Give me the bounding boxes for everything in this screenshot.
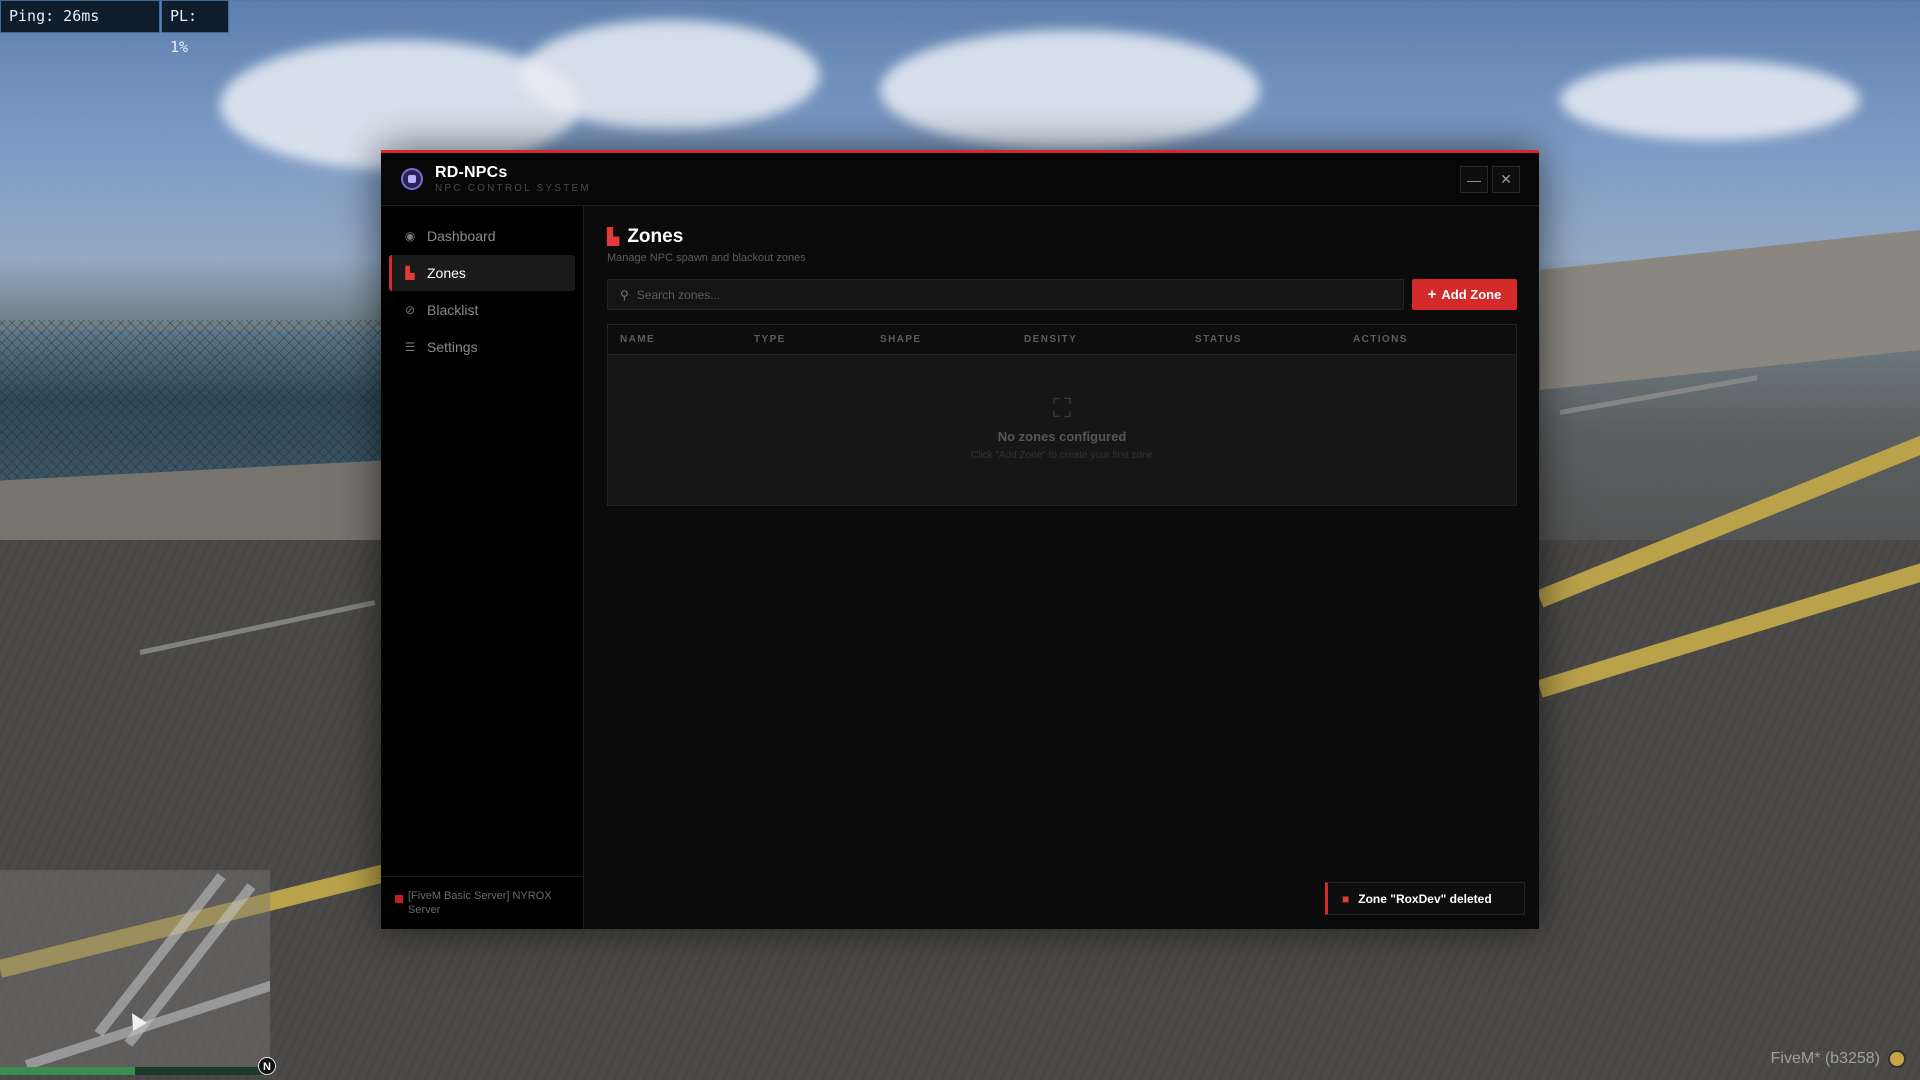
app-subtitle: NPC CONTROL SYSTEM: [435, 183, 591, 194]
column-header-actions: ACTIONS: [1353, 334, 1408, 345]
packet-loss-display: PL: 1%: [161, 0, 229, 56]
compass-north-icon: N: [258, 1057, 276, 1075]
column-header-shape[interactable]: SHAPE: [880, 325, 921, 355]
page-description: Manage NPC spawn and blackout zones: [607, 252, 806, 264]
main-content: ▙ Zones Manage NPC spawn and blackout zo…: [584, 206, 1539, 929]
fence: [0, 320, 400, 500]
server-status-icon: [395, 895, 403, 903]
column-header-density[interactable]: DENSITY: [1024, 325, 1077, 355]
road-marking: [1536, 433, 1920, 608]
column-header-status[interactable]: STATUS: [1195, 325, 1242, 355]
add-zone-button[interactable]: + Add Zone: [1412, 279, 1517, 310]
road-marking: [1559, 375, 1758, 415]
column-header-name[interactable]: NAME: [620, 325, 655, 355]
road-marking: [1537, 557, 1920, 698]
toast-notification: ■ Zone "RoxDev" deleted: [1325, 882, 1525, 915]
map-pin-icon: ⛶: [1052, 393, 1072, 423]
page-title: Zones: [627, 226, 684, 247]
cloud: [880, 30, 1260, 150]
fivem-logo-icon: [1888, 1050, 1906, 1068]
sidebar-item-zones[interactable]: ▙ Zones: [389, 255, 575, 291]
empty-state-title: No zones configured: [997, 429, 1127, 444]
server-name: [FiveM Basic Server] NYROX Server: [408, 890, 552, 916]
sea: [0, 330, 420, 500]
zones-table: NAME TYPE SHAPE DENSITY STATUS ACTIONS ⛶…: [607, 324, 1517, 506]
sidebar-item-label: Blacklist: [427, 302, 479, 318]
sidebar-item-label: Zones: [427, 265, 466, 281]
empty-state-subtitle: Click "Add Zone" to create your first zo…: [970, 450, 1154, 461]
road-barrier: [0, 459, 400, 561]
search-icon: ⚲: [620, 287, 629, 302]
close-button[interactable]: ✕: [1492, 166, 1520, 193]
map-icon: ▙: [405, 266, 415, 280]
sidebar-item-settings[interactable]: ☰ Settings: [389, 329, 575, 365]
sidebar-item-label: Settings: [427, 339, 478, 355]
sidebar-item-dashboard[interactable]: ◉ Dashboard: [389, 218, 575, 254]
health-bar-fill: [0, 1067, 135, 1075]
empty-state: ⛶ No zones configured Click "Add Zone" t…: [608, 355, 1516, 505]
toast-message: Zone "RoxDev" deleted: [1358, 891, 1492, 906]
sidebar: ◉ Dashboard ▙ Zones ⊘ Blacklist ☰ Settin…: [381, 206, 584, 929]
rd-npcs-window: RD-NPCs NPC CONTROL SYSTEM — ✕ ◉ Dashboa…: [381, 150, 1539, 929]
sliders-icon: ☰: [404, 340, 416, 354]
column-header-type[interactable]: TYPE: [754, 325, 786, 355]
plus-icon: +: [1427, 286, 1437, 303]
server-info: [FiveM Basic Server] NYROX Server: [381, 876, 583, 929]
sidebar-item-label: Dashboard: [427, 228, 496, 244]
table-header: NAME TYPE SHAPE DENSITY STATUS ACTIONS: [608, 325, 1516, 355]
health-bar: [0, 1067, 270, 1075]
road-marking: [139, 600, 376, 655]
sidebar-item-blacklist[interactable]: ⊘ Blacklist: [389, 292, 575, 328]
minimap-road: [24, 980, 270, 1070]
map-icon: ▙: [607, 229, 620, 246]
dashboard-icon: ◉: [404, 229, 416, 243]
trash-icon: ■: [1342, 891, 1350, 906]
cloud: [520, 20, 820, 130]
fivem-watermark: FiveM* (b3258): [1770, 1050, 1880, 1067]
ban-icon: ⊘: [404, 303, 416, 317]
search-input[interactable]: [636, 287, 1403, 302]
ping-display: Ping: 26ms: [0, 0, 160, 33]
app-logo-icon: [401, 168, 423, 190]
minimize-button[interactable]: —: [1460, 166, 1488, 193]
search-box: ⚲: [607, 279, 1404, 310]
cloud: [1560, 60, 1860, 140]
title-bar: RD-NPCs NPC CONTROL SYSTEM — ✕: [381, 153, 1539, 206]
road-barrier: [1540, 230, 1920, 390]
minimap-road: [94, 873, 226, 1037]
add-zone-label: Add Zone: [1441, 287, 1502, 302]
app-title: RD-NPCs: [435, 164, 508, 181]
minimap: [0, 870, 270, 1070]
